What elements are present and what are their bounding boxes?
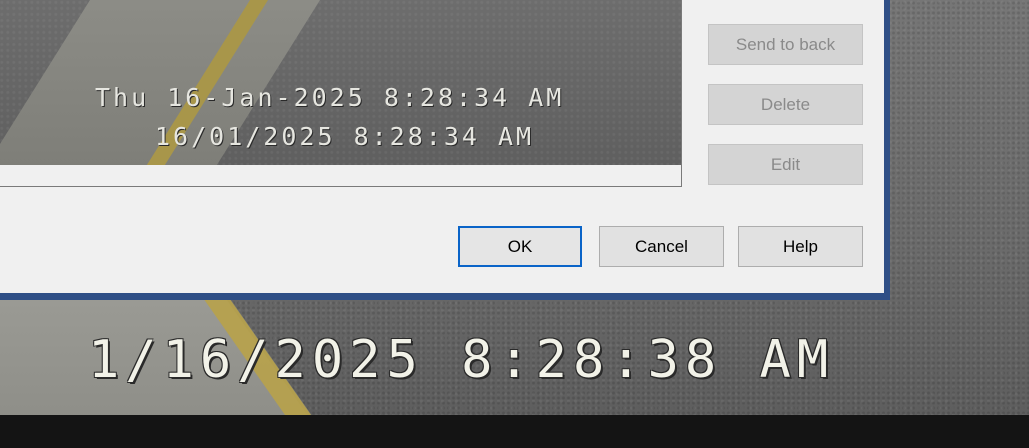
preview-timestamp-line2[interactable]: 16/01/2025 8:28:34 AM bbox=[155, 122, 534, 151]
preview-panel: Thu 16-Jan-2025 8:28:34 AM 16/01/2025 8:… bbox=[0, 0, 682, 187]
ok-button[interactable]: OK bbox=[458, 226, 582, 267]
cancel-button[interactable]: Cancel bbox=[599, 226, 724, 267]
camera-timestamp-overlay: 1/16/2025 8:28:38 AM bbox=[88, 330, 835, 390]
send-to-back-button[interactable]: Send to back bbox=[708, 24, 863, 65]
help-button[interactable]: Help bbox=[738, 226, 863, 267]
delete-button[interactable]: Delete bbox=[708, 84, 863, 125]
preview-timestamp-line1[interactable]: Thu 16-Jan-2025 8:28:34 AM bbox=[95, 83, 564, 112]
dialog-window: Thu 16-Jan-2025 8:28:34 AM 16/01/2025 8:… bbox=[0, 0, 890, 300]
dialog-body: Thu 16-Jan-2025 8:28:34 AM 16/01/2025 8:… bbox=[0, 0, 884, 293]
preview-image: Thu 16-Jan-2025 8:28:34 AM 16/01/2025 8:… bbox=[0, 0, 681, 165]
edit-button[interactable]: Edit bbox=[708, 144, 863, 185]
bottom-bar bbox=[0, 415, 1029, 448]
